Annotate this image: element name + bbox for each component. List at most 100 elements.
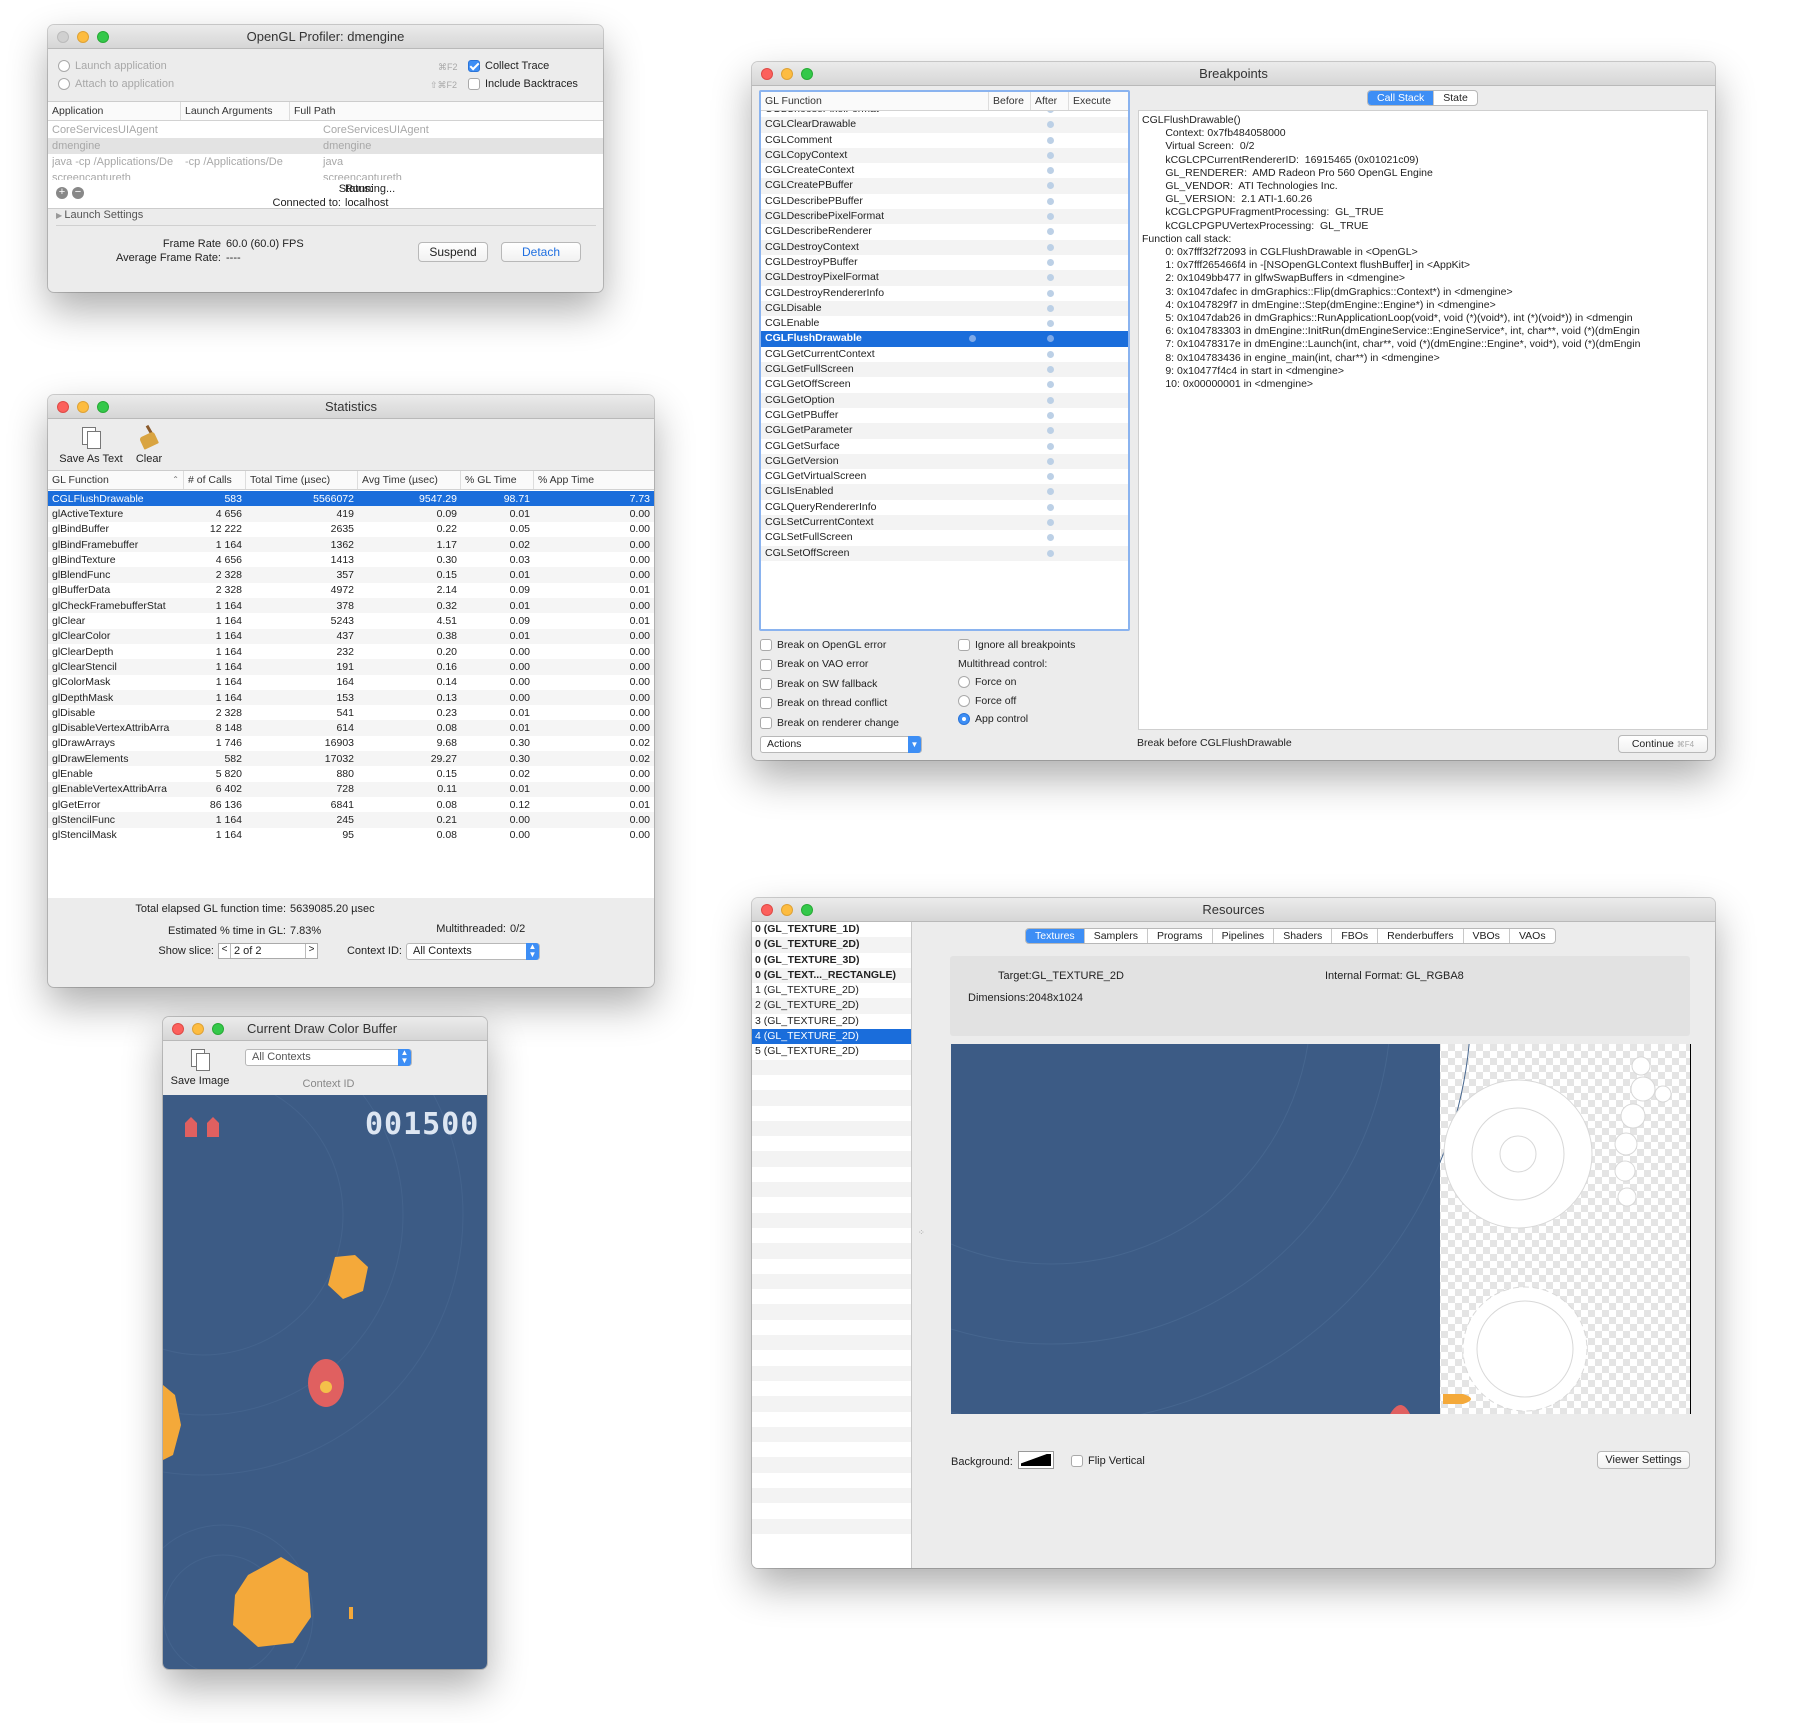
table-row[interactable]: java -cp /Applications/De -cp /Applicatio…	[48, 154, 603, 170]
execute-toggle-icon[interactable]	[1047, 488, 1054, 496]
collect-trace-checkbox[interactable]	[468, 60, 480, 73]
execute-toggle-icon[interactable]	[1047, 304, 1054, 312]
execute-toggle-icon[interactable]	[1047, 111, 1054, 113]
table-row-selected[interactable]: dmengine dmengine	[48, 138, 603, 154]
execute-toggle-icon[interactable]	[1047, 274, 1054, 282]
function-row[interactable]: CGLDescribeRenderer	[761, 224, 1128, 239]
function-row-selected[interactable]: CGLFlushDrawable	[761, 331, 1128, 347]
execute-toggle-icon[interactable]	[1047, 442, 1054, 450]
table-row[interactable]: glClear 1 164 5243 4.51 0.09 0.01	[48, 613, 654, 628]
minimize-button[interactable]	[77, 31, 89, 43]
table-row[interactable]: glClearStencil 1 164 191 0.16 0.00 0.00	[48, 659, 654, 675]
execute-toggle-icon[interactable]	[1047, 182, 1054, 190]
table-row[interactable]: glDepthMask 1 164 153 0.13 0.00 0.00	[48, 689, 654, 706]
col-application[interactable]: Application	[48, 102, 181, 120]
before-breakpoint-icon[interactable]	[969, 335, 976, 343]
resource-item[interactable]: 0 (GL_TEXTURE_2D)	[752, 937, 911, 953]
execute-toggle-icon[interactable]	[1047, 151, 1054, 159]
table-row[interactable]: glClearColor 1 164 437 0.38 0.01 0.00	[48, 628, 654, 644]
execute-toggle-icon[interactable]	[1047, 457, 1054, 465]
table-row[interactable]: glDrawElements 582 17032 29.27 0.30 0.02	[48, 751, 654, 767]
col-execute[interactable]: Execute	[1069, 92, 1128, 110]
viewer-settings-button[interactable]: Viewer Settings	[1597, 1451, 1690, 1469]
table-row[interactable]: glDrawArrays 1 746 16903 9.68 0.30 0.02	[48, 736, 654, 751]
resource-item-selected[interactable]: 4 (GL_TEXTURE_2D)	[752, 1029, 911, 1045]
function-row[interactable]: CGLGetFullScreen	[761, 362, 1128, 378]
function-row[interactable]: CGLGetCurrentContext	[761, 347, 1128, 362]
continue-button[interactable]: Continue ⌘F4	[1618, 735, 1708, 753]
table-row[interactable]: glStencilFunc 1 164 245 0.21 0.00 0.00	[48, 812, 654, 828]
function-row[interactable]: CGLDestroyContext	[761, 239, 1128, 255]
resource-item[interactable]: 1 (GL_TEXTURE_2D)	[752, 983, 911, 998]
close-button[interactable]	[172, 1023, 184, 1035]
execute-toggle-icon[interactable]	[1047, 473, 1054, 481]
zoom-button[interactable]	[212, 1023, 224, 1035]
function-row[interactable]: CGLSetCurrentContext	[761, 515, 1128, 531]
col-full-path[interactable]: Full Path	[290, 102, 603, 120]
save-as-text-tool[interactable]: Save As Text	[54, 425, 128, 465]
function-row[interactable]: CGLDestroyPBuffer	[761, 255, 1128, 270]
table-row[interactable]: CoreServicesUIAgent CoreServicesUIAgent	[48, 122, 603, 138]
minimize-button[interactable]	[192, 1023, 204, 1035]
tab-state[interactable]: State	[1434, 91, 1477, 105]
function-row[interactable]: CGLGetParameter	[761, 423, 1128, 439]
remove-icon[interactable]: −	[72, 187, 84, 199]
execute-toggle-icon[interactable]	[1047, 258, 1054, 266]
execute-toggle-icon[interactable]	[1047, 366, 1054, 374]
table-row[interactable]: glStencilMask 1 164 95 0.08 0.00 0.00	[48, 828, 654, 843]
execute-toggle-icon[interactable]	[1047, 243, 1054, 251]
table-row[interactable]: glGetError 86 136 6841 0.08 0.12 0.01	[48, 797, 654, 812]
execute-toggle-icon[interactable]	[1047, 136, 1054, 144]
opengl-error-checkbox[interactable]	[760, 639, 772, 652]
zoom-button[interactable]	[801, 904, 813, 916]
sw-fallback-checkbox[interactable]	[760, 678, 772, 691]
function-row[interactable]: CGLDisable	[761, 300, 1128, 317]
table-row[interactable]: glDisableVertexAttribArra 8 148 614 0.08 0.0…	[48, 720, 654, 736]
table-row[interactable]: glDisable 2 328 541 0.23 0.01 0.00	[48, 705, 654, 720]
context-select[interactable]: All Contexts ▲ ▼	[245, 1049, 412, 1066]
execute-toggle-icon[interactable]	[1047, 534, 1054, 542]
minimize-button[interactable]	[781, 68, 793, 80]
flip-vertical-checkbox[interactable]	[1071, 1455, 1083, 1468]
table-row[interactable]: glClearDepth 1 164 232 0.20 0.00 0.00	[48, 644, 654, 659]
save-image-tool[interactable]: Save Image	[169, 1047, 231, 1087]
table-row[interactable]: glCheckFramebufferStat 1 164 378 0.32 0.01 0.…	[48, 598, 654, 614]
include-backtraces-checkbox[interactable]	[468, 78, 480, 91]
resource-item[interactable]: 0 (GL_TEXTURE_3D)	[752, 953, 911, 968]
execute-toggle-icon[interactable]	[1047, 197, 1054, 205]
function-row[interactable]: CGLGetOffScreen	[761, 377, 1128, 392]
table-row[interactable]: glEnable 5 820 880 0.15 0.02 0.00	[48, 766, 654, 781]
close-button[interactable]	[57, 31, 69, 43]
app-control-radio[interactable]	[958, 713, 970, 726]
zoom-button[interactable]	[97, 31, 109, 43]
attach-application-radio[interactable]	[58, 78, 70, 91]
clear-tool[interactable]: Clear	[128, 424, 170, 465]
actions-select[interactable]: Actions ▼	[760, 736, 922, 753]
tab-vbos[interactable]: VBOs	[1464, 929, 1510, 943]
minimize-button[interactable]	[77, 401, 89, 413]
tab-shaders[interactable]: Shaders	[1274, 929, 1333, 943]
previous-slice-button[interactable]: <	[219, 944, 231, 958]
table-row-selected[interactable]: CGLFlushDrawable 583 5566072 9547.29 98.71 7.…	[48, 491, 654, 507]
execute-toggle-icon[interactable]	[1047, 411, 1054, 419]
launch-settings-disclosure[interactable]: ▶ Launch Settings	[56, 209, 143, 221]
table-row[interactable]: glActiveTexture 4 656 419 0.09 0.01 0.00	[48, 506, 654, 522]
zoom-button[interactable]	[97, 401, 109, 413]
tab-textures[interactable]: Textures	[1026, 929, 1085, 943]
tab-pipelines[interactable]: Pipelines	[1213, 929, 1275, 943]
function-row[interactable]: CGLDescribePixelFormat	[761, 209, 1128, 225]
table-row[interactable]: glBindFramebuffer 1 164 1362 1.17 0.02 0.00	[48, 536, 654, 553]
function-row[interactable]: CGLCreatePBuffer	[761, 178, 1128, 194]
execute-toggle-icon[interactable]	[1047, 213, 1054, 221]
suspend-button[interactable]: Suspend	[418, 242, 488, 262]
function-row[interactable]: CGLClearDrawable	[761, 117, 1128, 133]
resource-item[interactable]: 2 (GL_TEXTURE_2D)	[752, 998, 911, 1014]
table-row[interactable]: glBufferData 2 328 4972 2.14 0.09 0.01	[48, 583, 654, 598]
force-off-radio[interactable]	[958, 694, 970, 707]
resource-item[interactable]: 5 (GL_TEXTURE_2D)	[752, 1044, 911, 1059]
execute-toggle-icon[interactable]	[1047, 549, 1054, 557]
function-row[interactable]: CGLGetVersion	[761, 453, 1128, 470]
context-select[interactable]: All Contexts ▲ ▼	[406, 943, 540, 960]
execute-toggle-icon[interactable]	[1047, 381, 1054, 389]
background-color-well[interactable]	[1018, 1451, 1054, 1469]
